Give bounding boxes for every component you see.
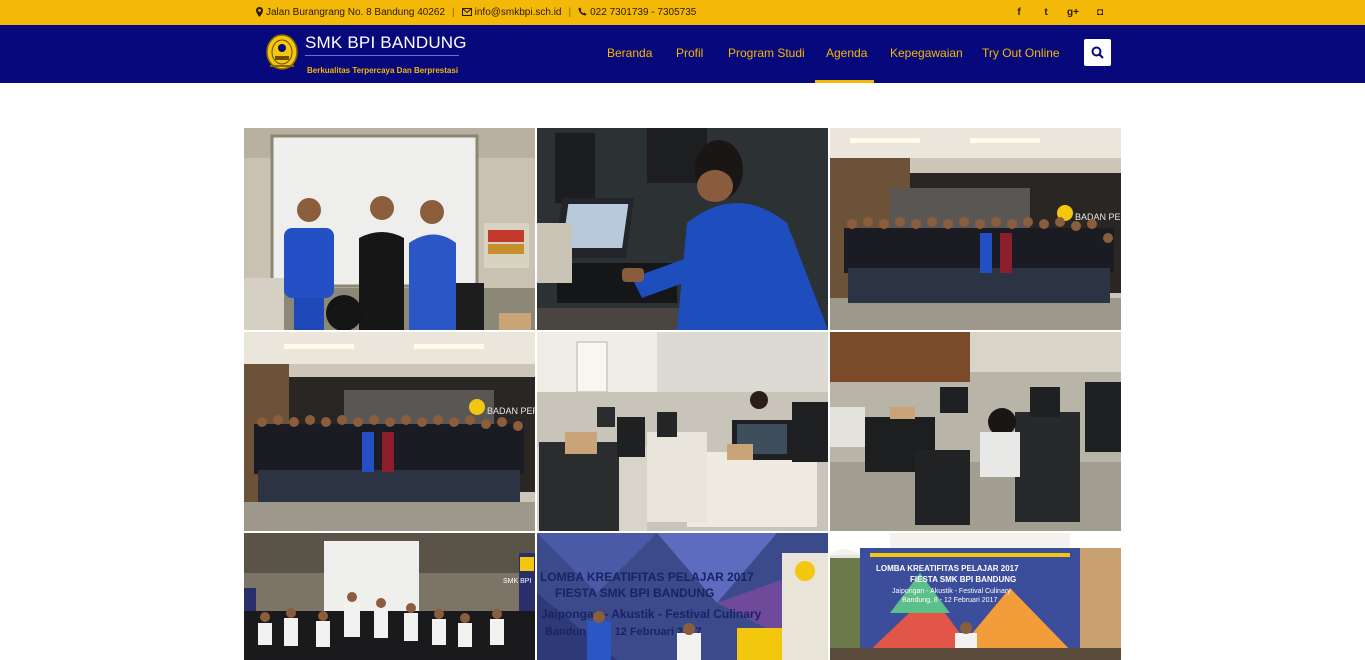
instagram-icon[interactable]: ◘ — [1093, 7, 1107, 18]
nav-item-program-studi[interactable]: Program Studi — [728, 46, 805, 60]
stage-banner-line-3: Jaipongan - Akustik - Festival Culinary — [892, 588, 1011, 595]
nav-item-profil[interactable]: Profil — [676, 46, 703, 60]
gallery-photo[interactable]: LOMBA KREATIFITAS PELAJAR 2017 FIESTA SM… — [830, 533, 1121, 660]
stage-banner-line-2: FIESTA SMK BPI BANDUNG — [910, 575, 1016, 584]
main-navbar: SMK BPI BANDUNG Berkualitas Terpercaya D… — [0, 25, 1365, 83]
banner-line-3: Jaipongan - Akustik - Festival Culinary — [541, 607, 762, 621]
nav-item-try-out-online[interactable]: Try Out Online — [982, 46, 1060, 60]
stage-banner-line-4: Bandung, 8 - 12 Februari 2017 — [902, 597, 997, 604]
email-link[interactable]: info@smkbpi.sch.id — [475, 7, 562, 18]
gallery-photo[interactable]: BADAN PERG — [244, 332, 535, 531]
gallery-photo[interactable]: BADAN PERG — [830, 128, 1121, 330]
map-marker-icon — [256, 6, 263, 19]
brand-underline — [305, 55, 459, 56]
gallery-photo[interactable] — [830, 332, 1121, 531]
banner-line-1: LOMBA KREATIFITAS PELAJAR 2017 — [540, 570, 754, 584]
envelope-icon — [461, 7, 472, 18]
gallery-photo[interactable]: LOMBA KREATIFITAS PELAJAR 2017 FIESTA SM… — [537, 533, 828, 660]
nav-item-agenda[interactable]: Agenda — [826, 46, 867, 60]
gallery-photo[interactable]: SMK BPI — [244, 533, 535, 660]
contact-info: Jalan Burangrang No. 8 Bandung 40262 | i… — [256, 0, 696, 25]
gallery-photo[interactable] — [537, 128, 828, 330]
banner-line-2: FIESTA SMK BPI BANDUNG — [555, 586, 714, 600]
divider: | — [452, 7, 455, 18]
twitter-icon[interactable]: t — [1039, 7, 1053, 18]
phone-text: 022 7301739 - 7305735 — [590, 7, 697, 18]
active-nav-indicator — [815, 80, 874, 83]
email-item[interactable]: info@smkbpi.sch.id — [461, 7, 562, 18]
phone-item: 022 7301739 - 7305735 — [578, 7, 696, 18]
facebook-icon[interactable]: f — [1012, 7, 1026, 18]
brand-title[interactable]: SMK BPI BANDUNG — [305, 33, 467, 53]
stage-banner-line-1: LOMBA KREATIFITAS PELAJAR 2017 — [876, 564, 1019, 573]
divider: | — [568, 7, 572, 18]
search-button[interactable] — [1084, 39, 1111, 66]
top-contact-bar: Jalan Burangrang No. 8 Bandung 40262 | i… — [0, 0, 1365, 25]
standing-banner-text: SMK BPI — [503, 578, 531, 585]
wall-sign-text: BADAN PERG — [487, 406, 535, 416]
nav-item-kepegawaian[interactable]: Kepegawaian — [890, 46, 963, 60]
social-links: f t g+ ◘ — [1012, 0, 1107, 25]
search-icon — [1091, 46, 1104, 59]
wall-sign-text: BADAN PERG — [1075, 212, 1121, 222]
brand-tagline: Berkualitas Terpercaya Dan Berprestasi — [307, 66, 459, 75]
address-text: Jalan Burangrang No. 8 Bandung 40262 — [266, 7, 446, 18]
phone-icon — [578, 7, 587, 18]
gallery-photo[interactable] — [537, 332, 828, 531]
google-plus-icon[interactable]: g+ — [1066, 7, 1080, 18]
school-logo[interactable] — [264, 33, 300, 73]
nav-item-beranda[interactable]: Beranda — [607, 46, 652, 60]
address-item: Jalan Burangrang No. 8 Bandung 40262 — [256, 6, 446, 19]
gallery-photo[interactable] — [244, 128, 535, 330]
